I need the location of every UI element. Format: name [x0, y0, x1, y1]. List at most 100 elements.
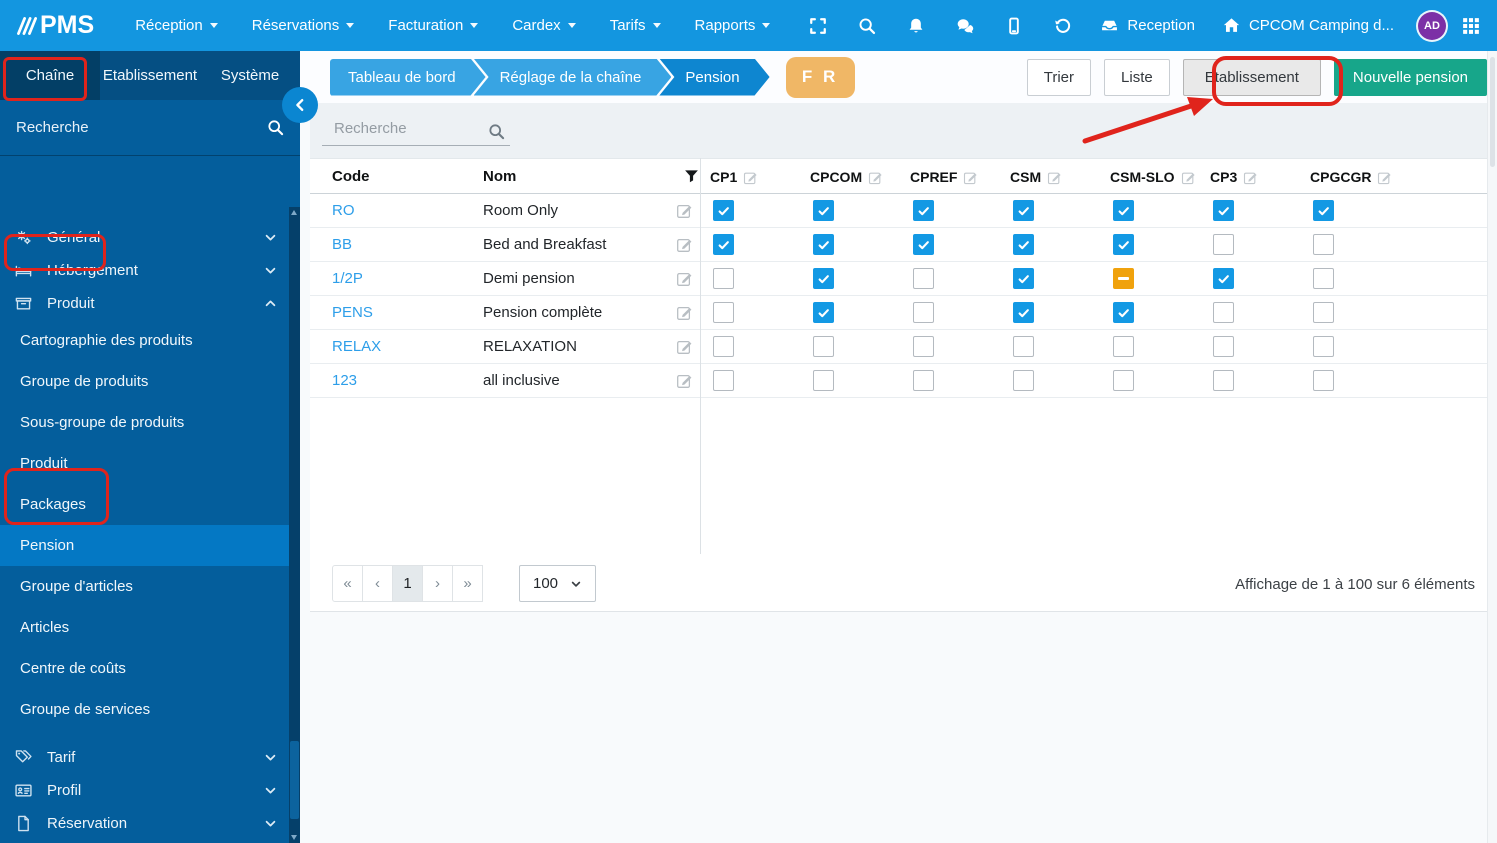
sidebar-item-groupe-d-articles[interactable]: Groupe d'articles	[0, 566, 289, 607]
sidebar-collapse-button[interactable]	[282, 87, 318, 123]
checkbox-pens-cp3[interactable]	[1213, 302, 1234, 323]
edit-row-icon[interactable]	[676, 236, 693, 253]
code-link[interactable]: RELAX	[332, 330, 381, 364]
checkbox-bb-csm-slo[interactable]	[1113, 234, 1134, 255]
edit-row-icon[interactable]	[676, 372, 693, 389]
checkbox-pens-csm-slo[interactable]	[1113, 302, 1134, 323]
page-scrollbar-thumb[interactable]	[1490, 57, 1495, 167]
menu-tarifs[interactable]: Tarifs	[593, 0, 678, 51]
scroll-up-icon[interactable]	[291, 210, 297, 215]
chat-icon[interactable]	[940, 17, 989, 35]
checkbox-pens-cpref[interactable]	[913, 302, 934, 323]
checkbox-1-2p-csm-slo[interactable]	[1113, 268, 1134, 289]
sidebar-group-hebergement[interactable]: Hébergement	[0, 254, 289, 287]
checkbox-bb-cpcom[interactable]	[813, 234, 834, 255]
edit-column-cp1-icon[interactable]	[743, 170, 758, 185]
edit-row-icon[interactable]	[676, 202, 693, 219]
checkbox-relax-cpgcgr[interactable]	[1313, 336, 1334, 357]
checkbox-bb-cp3[interactable]	[1213, 234, 1234, 255]
page-scrollbar[interactable]	[1487, 51, 1497, 843]
page-size-select[interactable]: 100	[519, 565, 596, 602]
edit-column-csm-icon[interactable]	[1047, 170, 1062, 185]
code-link[interactable]: 1/2P	[332, 262, 363, 296]
checkbox-bb-cp1[interactable]	[713, 234, 734, 255]
checkbox-pens-cpgcgr[interactable]	[1313, 302, 1334, 323]
checkbox-relax-cp3[interactable]	[1213, 336, 1234, 357]
sidebar-search-input[interactable]	[16, 119, 267, 136]
checkbox-123-cpgcgr[interactable]	[1313, 370, 1334, 391]
filter-icon[interactable]	[684, 169, 699, 184]
checkbox-1-2p-csm[interactable]	[1013, 268, 1034, 289]
table-search-input[interactable]	[322, 116, 510, 146]
checkbox-relax-cp1[interactable]	[713, 336, 734, 357]
fullscreen-icon[interactable]	[793, 17, 842, 35]
sidebar-group-profil[interactable]: Profil	[0, 774, 289, 807]
reception-shift-button[interactable]: Reception	[1087, 17, 1209, 34]
checkbox-123-csm[interactable]	[1013, 370, 1034, 391]
edit-row-icon[interactable]	[676, 338, 693, 355]
menu-facturation[interactable]: Facturation	[371, 0, 495, 51]
checkbox-123-cp3[interactable]	[1213, 370, 1234, 391]
language-badge[interactable]: F R	[785, 56, 855, 98]
pagination-prev[interactable]: ‹	[362, 565, 393, 602]
checkbox-relax-csm[interactable]	[1013, 336, 1034, 357]
menu-cardex[interactable]: Cardex	[495, 0, 592, 51]
breadcrumb-tableau-de-bord[interactable]: Tableau de bord	[330, 59, 486, 96]
pagination-next[interactable]: ›	[422, 565, 453, 602]
checkbox-ro-cpcom[interactable]	[813, 200, 834, 221]
checkbox-123-cp1[interactable]	[713, 370, 734, 391]
edit-column-cp3-icon[interactable]	[1243, 170, 1258, 185]
sidebar-group-produit[interactable]: Produit	[0, 287, 289, 320]
checkbox-bb-cpref[interactable]	[913, 234, 934, 255]
edit-column-cpcom-icon[interactable]	[868, 170, 883, 185]
apps-grid-icon[interactable]	[1462, 17, 1480, 35]
edit-row-icon[interactable]	[676, 270, 693, 287]
property-selector[interactable]: CPCOM Camping d...	[1209, 17, 1408, 34]
checkbox-1-2p-cpgcgr[interactable]	[1313, 268, 1334, 289]
breadcrumb-pension[interactable]: Pension	[659, 59, 769, 96]
scroll-down-icon[interactable]	[291, 835, 297, 840]
search-icon[interactable]	[488, 123, 505, 140]
checkbox-ro-cp3[interactable]	[1213, 200, 1234, 221]
nouvelle-pension-button[interactable]: Nouvelle pension	[1333, 58, 1487, 96]
checkbox-ro-cpgcgr[interactable]	[1313, 200, 1334, 221]
code-link[interactable]: RO	[332, 194, 355, 228]
edit-column-cpref-icon[interactable]	[963, 170, 978, 185]
sidebar-item-pension[interactable]: Pension	[0, 525, 289, 566]
sidebar-group-reservation[interactable]: Réservation	[0, 807, 289, 840]
edit-column-cpgcgr-icon[interactable]	[1377, 170, 1392, 185]
history-icon[interactable]	[1038, 17, 1087, 35]
code-link[interactable]: BB	[332, 228, 352, 262]
checkbox-relax-cpref[interactable]	[913, 336, 934, 357]
checkbox-ro-csm[interactable]	[1013, 200, 1034, 221]
checkbox-1-2p-cpref[interactable]	[913, 268, 934, 289]
sidebar-item-cartographie-des-produits[interactable]: Cartographie des produits	[0, 320, 289, 361]
checkbox-relax-cpcom[interactable]	[813, 336, 834, 357]
checkbox-bb-csm[interactable]	[1013, 234, 1034, 255]
code-link[interactable]: PENS	[332, 296, 373, 330]
breadcrumb-reglage-de-la-chaine[interactable]: Réglage de la chaîne	[474, 59, 672, 96]
search-icon[interactable]	[842, 17, 891, 35]
checkbox-1-2p-cp3[interactable]	[1213, 268, 1234, 289]
scrollbar-thumb[interactable]	[290, 741, 299, 819]
sidebar-scrollbar[interactable]	[289, 207, 300, 843]
code-link[interactable]: 123	[332, 364, 357, 398]
menu-reservations[interactable]: Réservations	[235, 0, 372, 51]
checkbox-1-2p-cpcom[interactable]	[813, 268, 834, 289]
sidebar-group-general[interactable]: Général	[0, 221, 289, 254]
tab-systeme[interactable]: Système	[200, 51, 300, 100]
sidebar-item-packages[interactable]: Packages	[0, 484, 289, 525]
checkbox-ro-csm-slo[interactable]	[1113, 200, 1134, 221]
trier-button[interactable]: Trier	[1026, 58, 1092, 96]
checkbox-1-2p-cp1[interactable]	[713, 268, 734, 289]
user-avatar[interactable]: AD	[1418, 11, 1446, 40]
pagination-page-1[interactable]: 1	[392, 565, 423, 602]
app-logo[interactable]: PMS	[0, 11, 94, 40]
menu-rapports[interactable]: Rapports	[678, 0, 788, 51]
search-icon[interactable]	[267, 119, 284, 136]
menu-reception[interactable]: Réception	[118, 0, 235, 51]
checkbox-ro-cp1[interactable]	[713, 200, 734, 221]
edit-column-csm-slo-icon[interactable]	[1181, 170, 1196, 185]
sidebar-item-produit[interactable]: Produit	[0, 443, 289, 484]
pagination-first[interactable]: «	[332, 565, 363, 602]
